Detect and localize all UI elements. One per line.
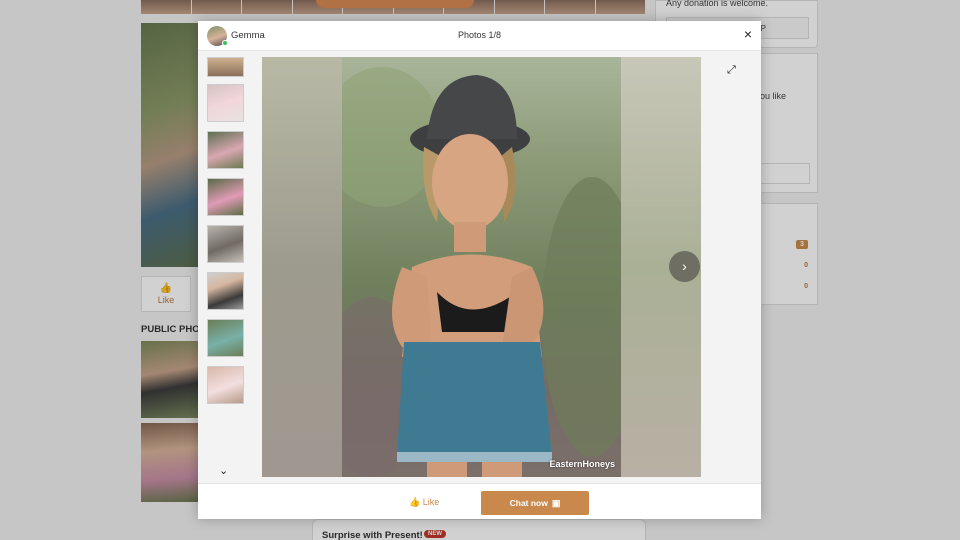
main-photo: EasternHoneys <box>342 57 621 477</box>
photo-blur-left <box>262 57 342 477</box>
chevron-right-icon[interactable]: › <box>669 251 700 282</box>
modal-header: Gemma Photos 1/8 × <box>198 21 761 51</box>
thumbnail[interactable] <box>207 366 244 404</box>
chat-now-label: Chat now <box>509 498 548 508</box>
chevron-down-icon[interactable]: ⌄ <box>219 464 228 477</box>
thumbnail[interactable] <box>207 178 244 216</box>
photo-viewer-modal: Gemma Photos 1/8 × ⌄ EasternHoneys › ⤢ 👍… <box>198 21 761 519</box>
expand-icon[interactable]: ⤢ <box>727 64 736 77</box>
watermark: EasternHoneys <box>549 459 615 469</box>
portrait-illustration <box>342 67 621 477</box>
like-label: Like <box>422 497 440 507</box>
photo-counter: Photos 1/8 <box>457 30 502 40</box>
thumbnail[interactable] <box>207 84 244 122</box>
thumbnail[interactable] <box>207 319 244 357</box>
thumbnail[interactable] <box>207 57 244 77</box>
thumbnail[interactable] <box>207 272 244 310</box>
photo-viewer: EasternHoneys <box>262 57 701 477</box>
thumbnail[interactable] <box>207 225 244 263</box>
chat-now-button[interactable]: Chat now ▣ <box>481 491 589 515</box>
chat-bubble-icon: ▣ <box>551 498 561 508</box>
close-icon[interactable]: × <box>744 27 752 41</box>
like-button[interactable]: 👍 Like <box>409 497 439 508</box>
thumbnail[interactable] <box>207 131 244 169</box>
online-status-icon <box>222 40 228 46</box>
modal-footer: 👍 Like Chat now ▣ <box>198 483 761 519</box>
thumbnail-list <box>204 57 246 477</box>
thumbs-up-icon: 👍 <box>409 497 421 507</box>
